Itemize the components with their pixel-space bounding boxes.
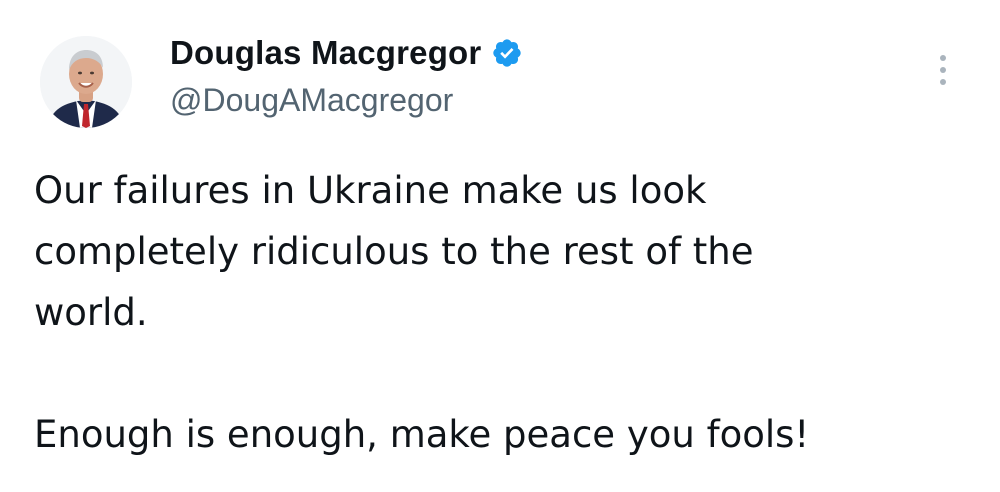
more-options-icon xyxy=(940,67,946,73)
avatar-image xyxy=(40,36,132,128)
more-options-button[interactable] xyxy=(930,50,956,90)
avatar[interactable] xyxy=(40,36,132,128)
author-display-name[interactable]: Douglas Macgregor xyxy=(170,34,481,72)
tweet-text: Our failures in Ukraine make us look com… xyxy=(34,160,934,465)
tweet-paragraph: Our failures in Ukraine make us look com… xyxy=(34,169,754,334)
more-options-icon xyxy=(940,79,946,85)
name-row: Douglas Macgregor xyxy=(170,28,523,78)
tweet-paragraph: Enough is enough, make peace you fools! xyxy=(34,413,810,456)
tweet-header: Douglas Macgregor @DougAMacgregor xyxy=(170,28,523,119)
more-options-icon xyxy=(940,55,946,61)
author-handle[interactable]: @DougAMacgregor xyxy=(170,82,523,119)
verified-badge-icon xyxy=(491,37,523,69)
tweet-card: Douglas Macgregor @DougAMacgregor Our fa… xyxy=(0,0,1000,492)
